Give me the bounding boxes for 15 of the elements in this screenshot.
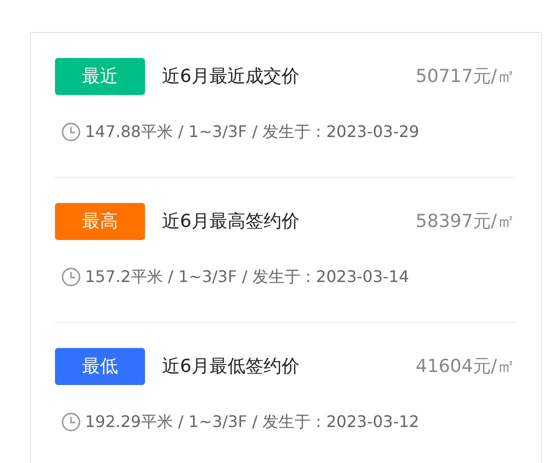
record-detail: 147.88平米 / 1~3/3F / 发生于 : 2023-03-29 [85, 121, 420, 143]
record-price: 41604元/㎡ [416, 355, 515, 379]
record-title: 近6月最低签约价 [162, 355, 300, 379]
record-tag: 最高 [55, 203, 145, 240]
record-tag: 最低 [55, 348, 145, 385]
record-title: 近6月最近成交价 [162, 65, 300, 89]
record-title: 近6月最高签约价 [162, 210, 300, 234]
record-detail: 192.29平米 / 1~3/3F / 发生于 : 2023-03-12 [85, 411, 420, 433]
clock-icon [61, 122, 81, 142]
clock-icon [61, 412, 81, 432]
record-detail: 157.2平米 / 1~3/3F / 发生于 : 2023-03-14 [85, 266, 410, 288]
clock-icon [61, 267, 81, 287]
record-price: 50717元/㎡ [416, 65, 515, 89]
record-tag: 最近 [55, 58, 145, 95]
record-price: 58397元/㎡ [416, 210, 515, 234]
